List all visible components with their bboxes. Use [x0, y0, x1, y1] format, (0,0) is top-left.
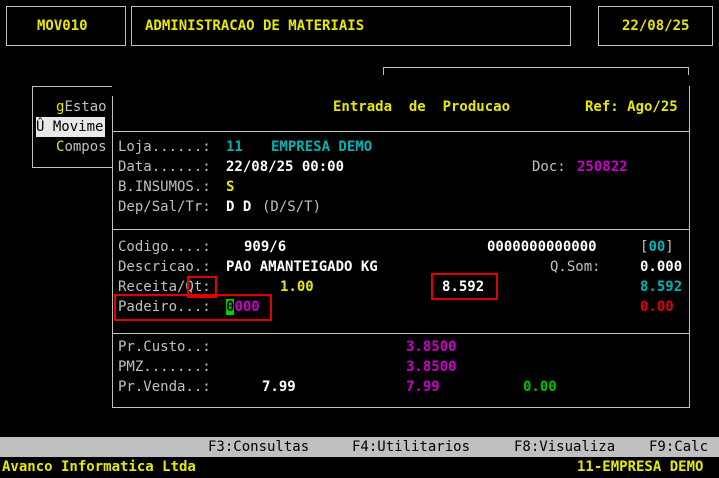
dep-label: Dep/Sal/Tr: [118, 199, 211, 215]
status-company: Avanco Informatica Ltda [2, 459, 196, 475]
venda-value-1: 7.99 [262, 379, 296, 395]
loja-label: Loja......: [118, 139, 211, 155]
window-edge-top [112, 86, 114, 96]
dep-value[interactable]: D D [226, 197, 251, 217]
qsom-value: 0.000 [640, 259, 683, 275]
bracket-field: [00] [640, 239, 674, 255]
menu-item-movimento[interactable]: Û Movime [36, 117, 106, 137]
f4-utilitarios[interactable]: F4:Utilitarios [352, 437, 470, 457]
data-label: Data......: [118, 159, 211, 175]
top-bracket [383, 67, 689, 75]
receita-value[interactable]: 1.00 [280, 277, 314, 297]
venda-value-3: 0.00 [523, 379, 557, 395]
padeiro-field[interactable]: 0000 [226, 297, 260, 317]
padeiro-label: Padeiro...: [118, 299, 211, 315]
loja-name: EMPRESA DEMO [271, 139, 373, 155]
pmz-label: PMZ.......: [118, 359, 211, 375]
form-ref: Ref: Ago/25 [585, 99, 678, 115]
insumos-label: B.INSUMOS.: [118, 179, 211, 195]
venda-value-2: 7.99 [406, 379, 440, 395]
form-title: Entrada de Producao [333, 99, 511, 115]
function-key-bar: F3:Consultas F4:Utilitarios F8:Visualiza… [0, 437, 719, 457]
status-bar: Avanco Informatica Ltda 11-EMPRESA DEMO [0, 457, 719, 478]
f9-calc[interactable]: F9:Calc [649, 437, 708, 457]
padeiro-value[interactable]: 000 [234, 299, 259, 315]
data-value[interactable]: 22/08/25 00:00 [226, 157, 344, 177]
codigo-value[interactable]: 909/6 [244, 237, 286, 257]
custo-value: 3.8500 [406, 339, 457, 355]
venda-label: Pr.Venda..: [118, 379, 211, 395]
loja-code[interactable]: 11 [226, 137, 243, 157]
dep-hint: (D/S/T) [262, 199, 322, 215]
qsom-label: Q.Som: [550, 259, 601, 275]
f3-consultas[interactable]: F3:Consultas [208, 437, 309, 457]
barcode-value: 0000000000000 [487, 239, 597, 255]
menu-item-gestao[interactable]: gEstao [56, 97, 107, 117]
custo-label: Pr.Custo..: [118, 339, 211, 355]
descricao-value: PAO AMANTEIGADO KG [226, 259, 378, 275]
padeiro-right: 0.00 [640, 299, 674, 315]
menu-item-composicao[interactable]: Compos [56, 137, 107, 157]
f8-visualiza[interactable]: F8:Visualiza [514, 437, 615, 457]
app-title: ADMINISTRACAO DE MATERIAIS [145, 18, 365, 34]
header-date: 22/08/25 [622, 18, 690, 34]
descricao-label: Descricao.: [118, 259, 211, 275]
insumos-value[interactable]: S [226, 177, 234, 197]
doc-value[interactable]: 250822 [577, 157, 628, 177]
receita-qty[interactable]: 8.592 [442, 277, 484, 297]
program-code: MOV010 [37, 18, 88, 34]
doc-label: Doc: [532, 159, 566, 175]
receita-right: 8.592 [640, 279, 683, 295]
status-store: 11-EMPRESA DEMO [577, 459, 704, 475]
codigo-label: Codigo....: [118, 239, 211, 255]
pmz-value: 3.8500 [406, 359, 457, 375]
